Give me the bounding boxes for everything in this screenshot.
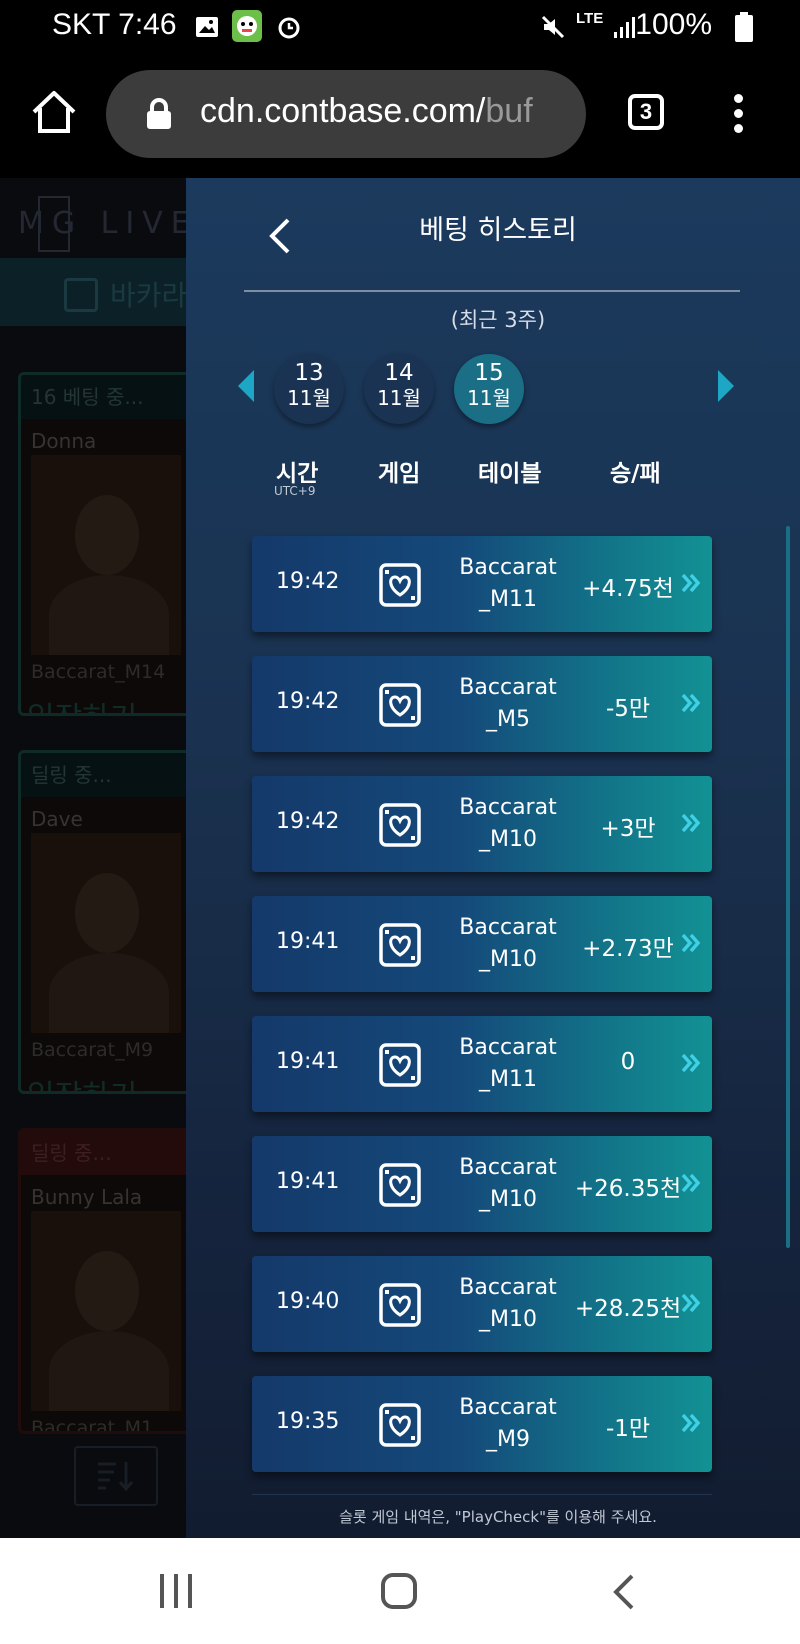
row-result: +2.73만	[582, 936, 674, 962]
double-chevron-right-icon[interactable]	[680, 572, 702, 594]
double-chevron-right-icon[interactable]	[680, 1292, 702, 1314]
row-table: Baccarat _M10	[459, 915, 557, 972]
previous-date-arrow[interactable]	[238, 370, 254, 402]
back-button-icon[interactable]	[610, 1572, 636, 1612]
battery-percent: 100%	[635, 8, 712, 41]
baccarat-card-icon	[378, 1162, 422, 1208]
row-table: Baccarat _M9	[459, 1395, 557, 1452]
double-chevron-right-icon[interactable]	[680, 1412, 702, 1434]
home-icon[interactable]	[30, 88, 78, 136]
android-nav-bar	[0, 1538, 800, 1644]
address-bar[interactable]: cdn.contbase.com/buf	[106, 70, 586, 158]
browser-toolbar: cdn.contbase.com/buf 3	[0, 54, 800, 178]
row-result: +28.25천	[574, 1296, 682, 1322]
battery-icon	[735, 12, 753, 42]
row-table: Baccarat _M10	[459, 795, 557, 852]
page-content: MG LIVE 바카라 16 베팅 중... Donna Baccarat_M1…	[0, 178, 800, 1538]
row-time: 19:35	[276, 1409, 340, 1434]
row-result: 0	[620, 1049, 636, 1075]
tab-switcher-button[interactable]: 3	[628, 94, 664, 130]
next-date-arrow[interactable]	[718, 370, 734, 402]
row-time: 19:42	[276, 569, 340, 594]
column-header-game: 게임	[378, 461, 421, 487]
alarm-icon	[278, 17, 300, 39]
date-chip-14[interactable]: 14 11월	[364, 354, 434, 424]
lock-icon	[147, 98, 171, 129]
baccarat-card-icon	[378, 1402, 422, 1448]
overlay-dim	[0, 178, 186, 1538]
row-table: Baccarat _M10	[459, 1155, 557, 1212]
row-result: -5만	[605, 696, 651, 722]
row-table: Baccarat _M11	[459, 555, 557, 612]
history-row[interactable]: 19:41 Baccarat _M11 0	[252, 1016, 712, 1112]
baccarat-card-icon	[378, 1042, 422, 1088]
date-chip-15[interactable]: 15 11월	[454, 354, 524, 424]
carrier-time: SKT 7:46	[52, 8, 177, 41]
row-time: 19:42	[276, 809, 340, 834]
baccarat-card-icon	[378, 922, 422, 968]
row-table: Baccarat _M10	[459, 1275, 557, 1332]
network-label: LTE	[576, 10, 604, 27]
history-row[interactable]: 19:41 Baccarat _M10 +2.73만	[252, 896, 712, 992]
row-result: -1만	[605, 1416, 651, 1442]
title-divider	[244, 290, 740, 292]
history-row[interactable]: 19:41 Baccarat _M10 +26.35천	[252, 1136, 712, 1232]
betting-history-panel: 베팅 히스토리 (최근 3주) 13 11월 14 11월 15 11월 시간 …	[186, 178, 800, 1538]
baccarat-card-icon	[378, 562, 422, 608]
row-time: 19:41	[276, 1049, 340, 1074]
lobby-background: MG LIVE 바카라 16 베팅 중... Donna Baccarat_M1…	[0, 178, 192, 1538]
column-header-result: 승/패	[610, 461, 661, 487]
scrollbar[interactable]	[786, 526, 790, 1248]
history-row[interactable]: 19:42 Baccarat _M5 -5만	[252, 656, 712, 752]
panel-subtitle: (최근 3주)	[450, 308, 546, 332]
row-time: 19:41	[276, 929, 340, 954]
double-chevron-right-icon[interactable]	[680, 932, 702, 954]
panel-title: 베팅 히스토리	[419, 215, 577, 246]
baccarat-card-icon	[378, 682, 422, 728]
recent-apps-icon[interactable]	[158, 1572, 194, 1610]
column-header-table: 테이블	[478, 461, 542, 487]
browser-menu-button[interactable]	[728, 94, 748, 134]
url-text: cdn.contbase.com/buf	[200, 92, 533, 130]
timezone-label: UTC+9	[274, 484, 316, 498]
baccarat-card-icon	[378, 802, 422, 848]
row-result: +26.35천	[574, 1176, 682, 1202]
row-table: Baccarat _M11	[459, 1035, 557, 1092]
history-list: 19:42 Baccarat _M11 +4.75천 19:42 Baccarat _M5 -…	[252, 536, 712, 1496]
footer-divider	[252, 1494, 712, 1495]
footer-note: 슬롯 게임 내역은, "PlayCheck"를 이용해 주세요.	[339, 1508, 657, 1526]
double-chevron-right-icon[interactable]	[680, 1172, 702, 1194]
date-chip-13[interactable]: 13 11월	[274, 354, 344, 424]
row-result: +4.75천	[582, 576, 674, 602]
history-row[interactable]: 19:40 Baccarat _M10 +28.25천	[252, 1256, 712, 1352]
status-bar: SKT 7:46 LTE 100%	[0, 0, 800, 54]
row-time: 19:41	[276, 1169, 340, 1194]
row-time: 19:42	[276, 689, 340, 714]
baccarat-card-icon	[378, 1282, 422, 1328]
double-chevron-right-icon[interactable]	[680, 1052, 702, 1074]
row-time: 19:40	[276, 1289, 340, 1314]
signal-icon	[614, 17, 635, 38]
row-table: Baccarat _M5	[459, 675, 557, 732]
gallery-icon	[196, 17, 218, 37]
history-row[interactable]: 19:42 Baccarat _M10 +3만	[252, 776, 712, 872]
mute-icon	[541, 15, 565, 39]
app-notification-icon	[232, 10, 262, 42]
row-result: +3만	[600, 816, 656, 842]
column-header-time: 시간	[276, 461, 319, 487]
home-button-icon[interactable]	[380, 1572, 418, 1610]
history-row[interactable]: 19:35 Baccarat _M9 -1만	[252, 1376, 712, 1472]
double-chevron-right-icon[interactable]	[680, 692, 702, 714]
history-row[interactable]: 19:42 Baccarat _M11 +4.75천	[252, 536, 712, 632]
double-chevron-right-icon[interactable]	[680, 812, 702, 834]
